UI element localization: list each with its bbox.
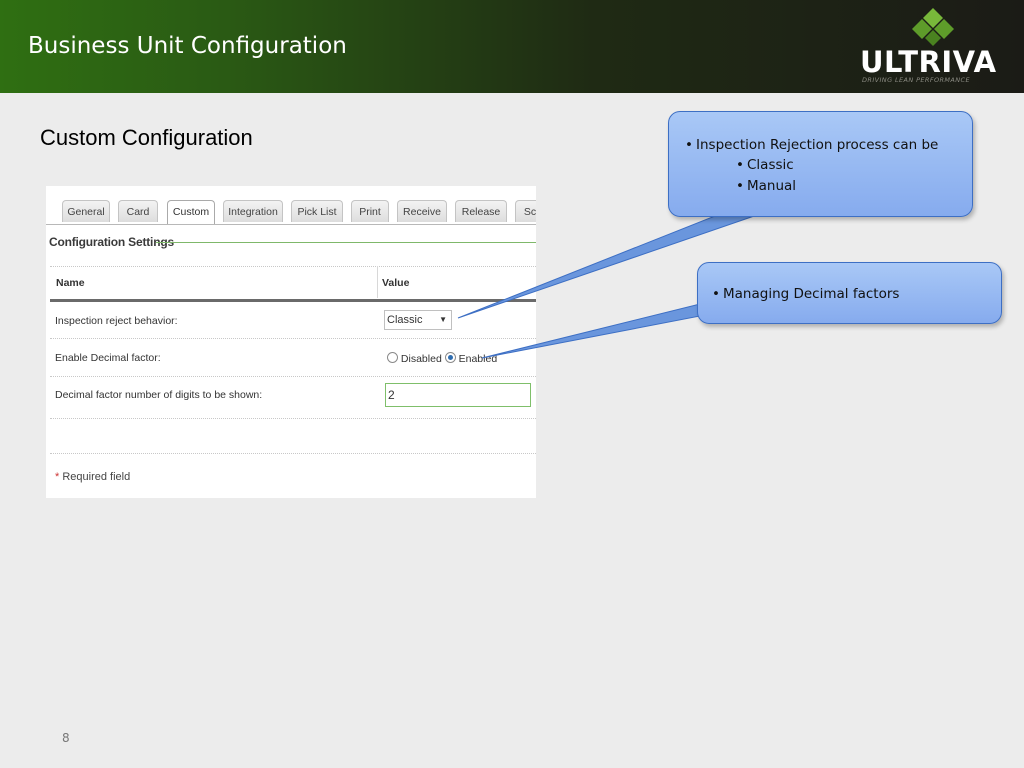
callout-bullet-classic: Classic — [736, 157, 794, 173]
callout-decimal-factors: Managing Decimal factors — [697, 262, 1002, 324]
callout-bullet-manual: Manual — [736, 178, 796, 194]
page-number: 8 — [62, 731, 70, 745]
callout-inspection-rejection: Inspection Rejection process can be Clas… — [668, 111, 973, 217]
callout-pointer-2 — [481, 303, 701, 359]
callout-bullet-main: Inspection Rejection process can be — [685, 137, 938, 153]
callout-bullet-decimal: Managing Decimal factors — [712, 286, 899, 302]
